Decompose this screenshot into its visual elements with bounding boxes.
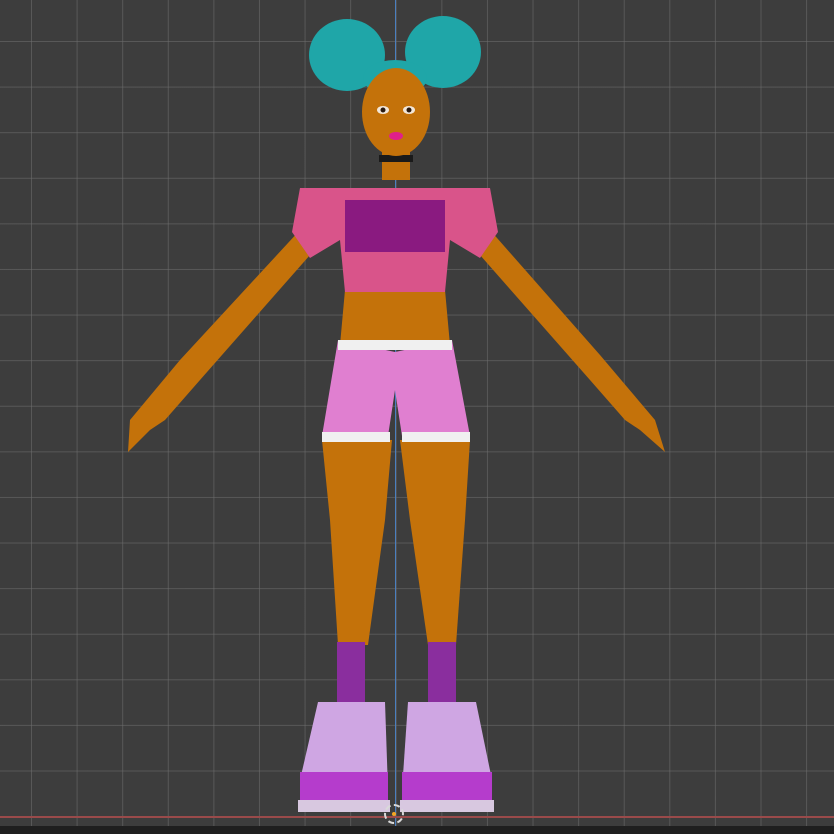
shoe-right [400, 702, 494, 812]
bandeau [345, 200, 445, 252]
torso [340, 290, 450, 345]
3d-viewport[interactable] [0, 0, 834, 834]
shoe-left [298, 702, 390, 812]
hem-left [322, 432, 390, 442]
head [362, 68, 430, 156]
3d-cursor-icon[interactable] [384, 804, 404, 824]
sock-left [337, 642, 365, 704]
sock-right [428, 642, 456, 704]
legs [322, 440, 470, 645]
hem-right [402, 432, 470, 442]
waistband [338, 340, 452, 350]
shorts [322, 340, 470, 436]
viewport-bottom-edge [0, 826, 834, 834]
choker [379, 155, 413, 162]
character-model[interactable] [0, 0, 834, 834]
